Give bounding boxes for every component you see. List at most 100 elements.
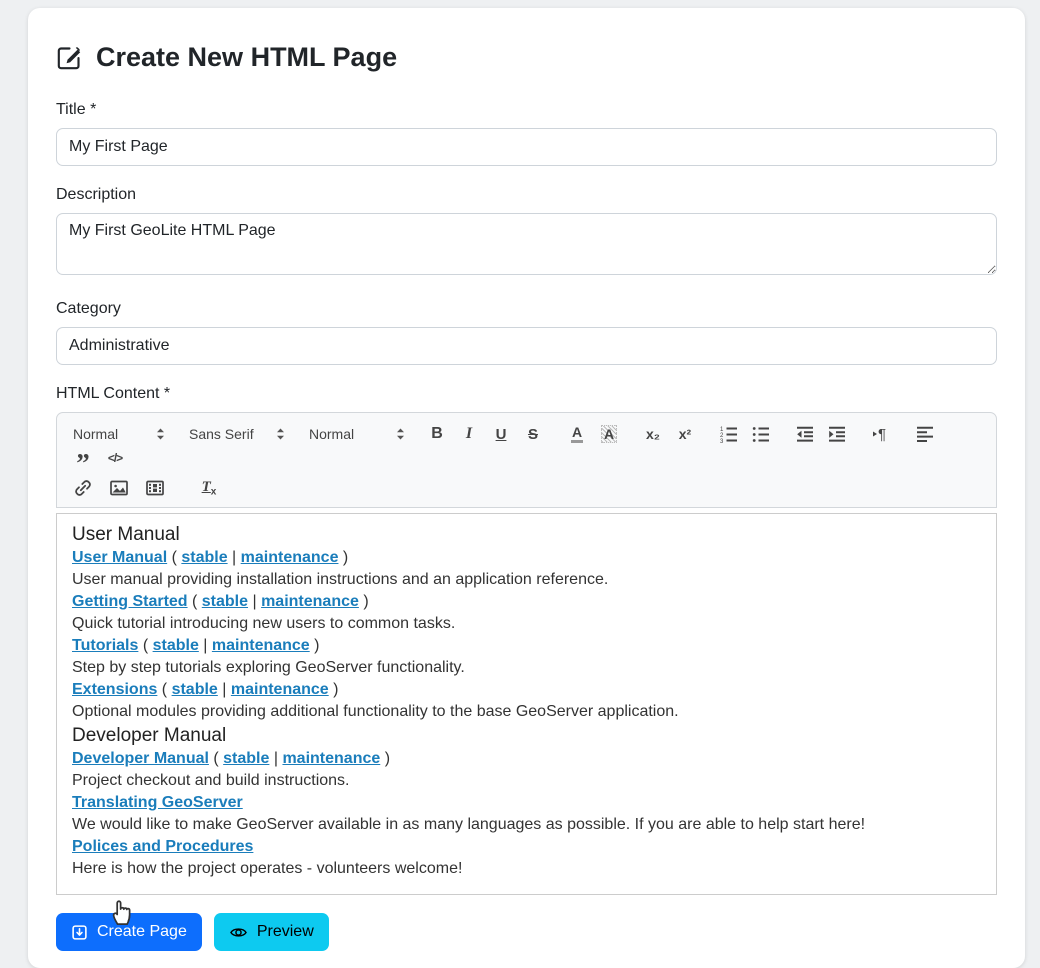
editor-link[interactable]: stable <box>153 637 199 654</box>
editor-link[interactable]: User Manual <box>72 549 167 566</box>
editor-text: | <box>228 549 241 566</box>
bold-icon: B <box>431 425 443 443</box>
html-content-label: HTML Content * <box>56 385 997 403</box>
eye-icon <box>229 924 248 941</box>
subscript-button[interactable]: x₂ <box>639 422 667 446</box>
text-direction-button[interactable]: ¶ <box>867 422 895 446</box>
picker-arrows-icon <box>396 427 405 441</box>
insert-image-button[interactable] <box>105 476 133 500</box>
editor-line: User manual providing installation instr… <box>72 569 981 591</box>
strikethrough-icon: S <box>528 426 538 443</box>
picker-arrows-icon <box>156 427 165 441</box>
strikethrough-button[interactable]: S <box>519 422 547 446</box>
text-color-button[interactable]: A <box>563 422 591 446</box>
editor-link[interactable]: maintenance <box>212 637 310 654</box>
indent-button[interactable] <box>823 422 851 446</box>
save-icon <box>71 924 88 941</box>
editor-link[interactable]: stable <box>202 593 248 610</box>
editor-link[interactable]: stable <box>181 549 227 566</box>
editor-text: ) <box>338 549 348 566</box>
editor-text: ( <box>157 681 171 698</box>
superscript-button[interactable]: x² <box>671 422 699 446</box>
italic-button[interactable]: I <box>455 422 483 446</box>
pencil-square-icon <box>56 44 83 71</box>
preview-button[interactable]: Preview <box>214 913 329 951</box>
editor-text: ( <box>209 750 223 767</box>
editor-text: Optional modules providing additional fu… <box>72 703 679 720</box>
outdent-button[interactable] <box>791 422 819 446</box>
code-block-icon: </> <box>108 451 122 465</box>
editor-link[interactable]: maintenance <box>241 549 339 566</box>
editor-link[interactable]: Getting Started <box>72 593 188 610</box>
editor-link[interactable]: stable <box>223 750 269 767</box>
underline-icon: U <box>496 426 507 443</box>
editor-link[interactable]: Tutorials <box>72 637 138 654</box>
editor-link[interactable]: Extensions <box>72 681 157 698</box>
editor-link[interactable]: maintenance <box>261 593 359 610</box>
background-color-button[interactable]: A <box>595 422 623 446</box>
indent-icon <box>828 425 846 443</box>
editor-line: Getting Started ( stable | maintenance ) <box>72 591 981 613</box>
description-textarea[interactable]: My First GeoLite HTML Page <box>56 213 997 275</box>
editor-line: Quick tutorial introducing new users to … <box>72 613 981 635</box>
editor-link[interactable]: maintenance <box>231 681 329 698</box>
code-block-button[interactable]: </> <box>101 446 129 470</box>
editor-line: Polices and Procedures <box>72 836 981 858</box>
create-page-card: Create New HTML Page Title * Description… <box>28 8 1025 968</box>
svg-text:¶: ¶ <box>878 426 886 443</box>
editor-line: User Manual <box>72 522 981 547</box>
ordered-list-icon: 1 2 3 <box>720 425 738 443</box>
insert-link-button[interactable] <box>69 476 97 500</box>
bold-button[interactable]: B <box>423 422 451 446</box>
editor-content[interactable]: User Manual User Manual ( stable | mainte… <box>56 513 997 895</box>
image-icon <box>110 479 128 497</box>
editor-link[interactable]: Translating GeoServer <box>72 794 243 811</box>
editor-text: ( <box>188 593 202 610</box>
bullet-list-button[interactable] <box>747 422 775 446</box>
editor-text: ) <box>310 637 320 654</box>
font-picker[interactable]: Sans Serif <box>185 424 289 444</box>
text-direction-icon: ¶ <box>872 425 891 443</box>
text-color-icon: A <box>571 425 583 443</box>
svg-text:3: 3 <box>720 439 724 443</box>
editor-toolbar: Normal Sans Serif Normal B I U S <box>56 412 997 508</box>
editor-text: | <box>248 593 261 610</box>
page-title-text: Create New HTML Page <box>96 42 397 73</box>
editor-text: ) <box>380 750 390 767</box>
page-title: Create New HTML Page <box>56 42 997 73</box>
title-input[interactable] <box>56 128 997 166</box>
editor-line: Extensions ( stable | maintenance ) <box>72 679 981 701</box>
category-label: Category <box>56 300 997 318</box>
ordered-list-button[interactable]: 1 2 3 <box>715 422 743 446</box>
editor-text: Quick tutorial introducing new users to … <box>72 615 455 632</box>
clean-formatting-button[interactable]: Tx <box>195 476 223 500</box>
font-picker-value: Sans Serif <box>189 426 254 442</box>
editor-line: Optional modules providing additional fu… <box>72 701 981 723</box>
editor-link[interactable]: Polices and Procedures <box>72 838 253 855</box>
header-format-value: Normal <box>73 426 118 442</box>
editor-link[interactable]: Developer Manual <box>72 750 209 767</box>
size-picker-value: Normal <box>309 426 354 442</box>
create-page-label: Create Page <box>97 923 187 941</box>
align-button[interactable] <box>911 422 939 446</box>
editor-link[interactable]: stable <box>172 681 218 698</box>
editor-text: ( <box>138 637 152 654</box>
editor-text: ) <box>329 681 339 698</box>
editor-link[interactable]: maintenance <box>282 750 380 767</box>
size-picker[interactable]: Normal <box>305 424 409 444</box>
header-format-picker[interactable]: Normal <box>69 424 169 444</box>
align-icon <box>916 425 934 443</box>
editor-text: We would like to make GeoServer availabl… <box>72 816 865 833</box>
clean-formatting-icon: Tx <box>202 479 217 498</box>
editor-text: Project checkout and build instructions. <box>72 772 349 789</box>
insert-video-button[interactable] <box>141 476 169 500</box>
category-input[interactable] <box>56 327 997 365</box>
background-color-icon: A <box>601 425 617 443</box>
create-page-button[interactable]: Create Page <box>56 913 202 951</box>
picker-arrows-icon <box>276 427 285 441</box>
description-label: Description <box>56 186 997 204</box>
blockquote-button[interactable]: ” <box>69 446 97 470</box>
editor-text: User manual providing installation instr… <box>72 571 608 588</box>
editor-line: Developer Manual <box>72 723 981 748</box>
underline-button[interactable]: U <box>487 422 515 446</box>
